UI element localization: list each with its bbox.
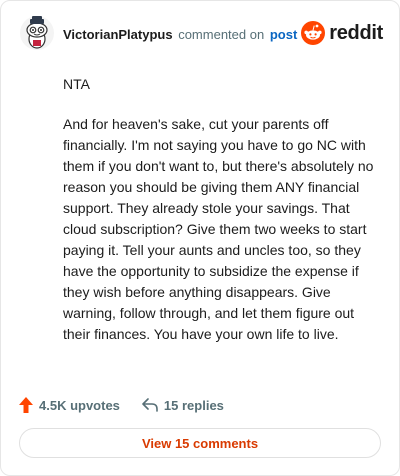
reddit-wordmark: reddit — [329, 21, 383, 44]
comment-header: VictorianPlatypus commented on post redd… — [19, 15, 383, 55]
comment-paragraph: NTA — [63, 76, 90, 92]
action-text: commented on — [178, 27, 265, 42]
reddit-logo[interactable]: reddit — [301, 19, 383, 47]
reddit-snoo-icon — [301, 21, 326, 45]
comment-actions: 4.5K upvotes 15 replies — [19, 394, 246, 416]
snoo-avatar-icon — [20, 16, 54, 50]
reply-count: 15 replies — [163, 397, 224, 413]
username-link[interactable]: VictorianPlatypus — [63, 27, 173, 42]
comment-card: VictorianPlatypus commented on post redd… — [0, 0, 400, 476]
reply-arrow-icon — [142, 398, 158, 412]
reply-button[interactable]: 15 replies — [142, 398, 224, 413]
upvote-button[interactable]: 4.5K upvotes — [19, 397, 120, 413]
upvote-count: 4.5K upvotes — [39, 397, 120, 413]
comment-paragraph: And for heaven's sake, cut your parents … — [63, 116, 374, 342]
comment-meta: VictorianPlatypus commented on post — [63, 27, 297, 42]
post-link[interactable]: post — [270, 27, 297, 42]
comment-body: NTA And for heaven's sake, cut your pare… — [63, 74, 381, 364]
view-comments-button[interactable]: View 15 comments — [19, 428, 381, 458]
user-avatar[interactable] — [19, 15, 55, 51]
upvote-arrow-icon — [19, 397, 33, 413]
